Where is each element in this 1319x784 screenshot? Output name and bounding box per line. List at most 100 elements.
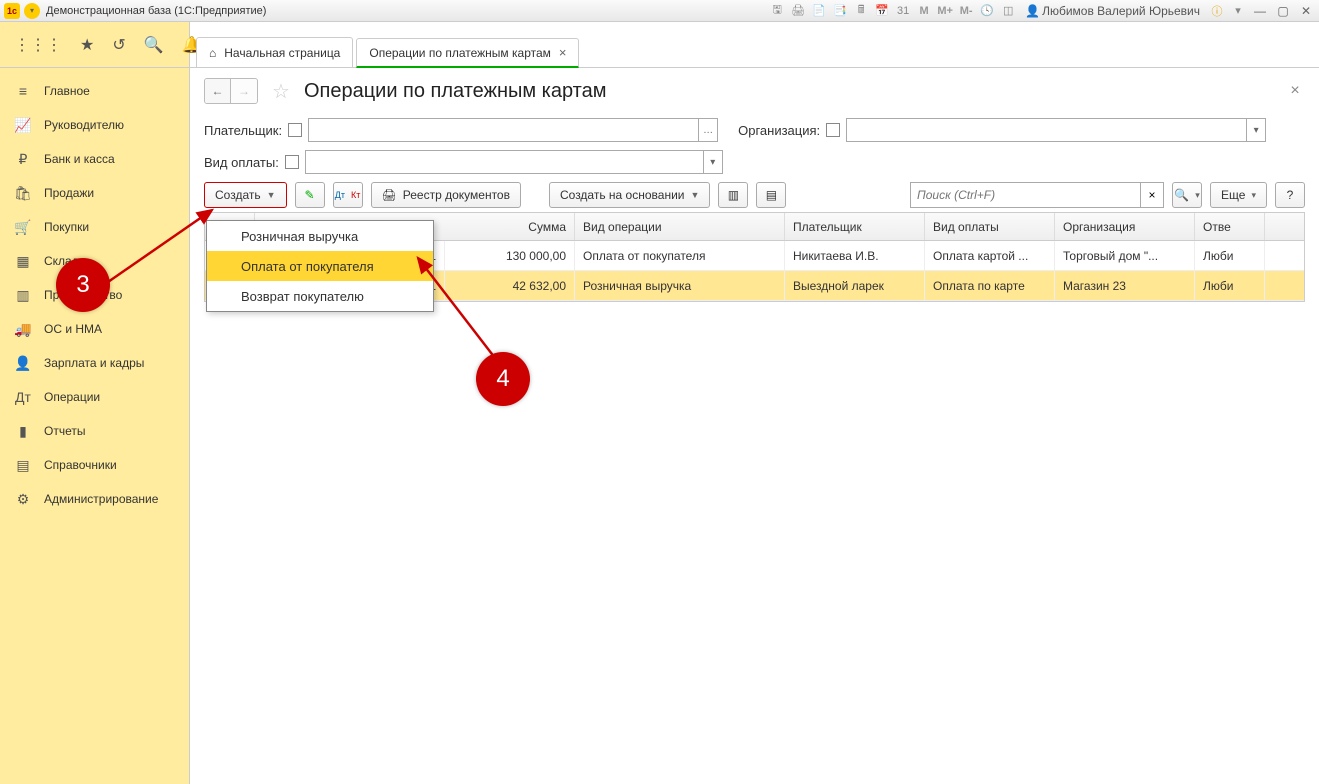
content: ← → ☆ Операции по платежным картам × Пла… xyxy=(190,68,1319,784)
dropdown-icon[interactable]: ▾ xyxy=(1230,3,1246,19)
app-logo-icon: 1c xyxy=(4,3,20,19)
picker-button[interactable]: … xyxy=(698,119,717,141)
bag-icon: 🛍 xyxy=(14,185,32,202)
dropdown-button[interactable]: ▾ xyxy=(703,151,722,173)
col-payer[interactable]: Плательщик xyxy=(785,213,925,240)
chart-icon: 📈 xyxy=(14,117,32,134)
col-op[interactable]: Вид операции xyxy=(575,213,785,240)
menu-icon: ≡ xyxy=(14,83,32,99)
page-close-button[interactable]: × xyxy=(1285,81,1305,101)
tree-button[interactable]: ▥ xyxy=(718,182,748,208)
calendar-icon[interactable]: 📅 xyxy=(874,3,890,19)
favorite-toggle-icon[interactable]: ☆ xyxy=(272,79,290,104)
bars-icon: ▮ xyxy=(14,423,32,440)
minimize-button[interactable]: — xyxy=(1251,3,1269,19)
clock-icon[interactable]: 🕓 xyxy=(979,3,995,19)
tab-current[interactable]: Операции по платежным картам × xyxy=(356,38,579,68)
caret-down-icon: ▼ xyxy=(690,190,699,200)
filter-payer-input[interactable] xyxy=(309,119,698,141)
memory-mplus-button[interactable]: M+ xyxy=(937,3,953,19)
create-based-button[interactable]: Создать на основании ▼ xyxy=(549,182,710,208)
grid-icon: ▦ xyxy=(14,253,32,270)
tab-home[interactable]: ⌂ Начальная страница xyxy=(196,37,353,67)
filter-org-field[interactable]: ▾ xyxy=(846,118,1266,142)
nav-buttons: ← → xyxy=(204,78,258,104)
date-icon[interactable]: 31 xyxy=(895,3,911,19)
filter-paytype-field[interactable]: ▾ xyxy=(305,150,723,174)
page-title: Операции по платежным картам xyxy=(304,80,607,103)
doc-icon[interactable]: 📄 xyxy=(811,3,827,19)
search-icon[interactable]: 🔍 xyxy=(144,35,164,55)
sidebar: ≡Главное 📈Руководителю ₽Банк и касса 🛍Пр… xyxy=(0,68,190,784)
help-button[interactable]: ? xyxy=(1275,182,1305,208)
favorite-icon[interactable]: ★ xyxy=(80,35,94,55)
col-resp[interactable]: Отве xyxy=(1195,213,1265,240)
sidebar-item-hr[interactable]: 👤Зарплата и кадры xyxy=(0,346,189,380)
sidebar-item-operations[interactable]: ДтОперации xyxy=(0,380,189,414)
current-user[interactable]: 👤Любимов Валерий Юрьевич xyxy=(1025,4,1200,18)
memory-mminus-button[interactable]: M- xyxy=(958,3,974,19)
close-button[interactable]: ✕ xyxy=(1297,3,1315,19)
sidebar-item-bank[interactable]: ₽Банк и касса xyxy=(0,142,189,176)
doc-register-button[interactable]: 🖨 Реестр документов xyxy=(371,182,521,208)
nav-back-button[interactable]: ← xyxy=(205,79,231,103)
filter-paytype-label: Вид оплаты: xyxy=(204,155,279,170)
sidebar-item-catalogs[interactable]: ▤Справочники xyxy=(0,448,189,482)
filter-org-label: Организация: xyxy=(738,123,820,138)
caret-down-icon: ▼ xyxy=(267,190,276,200)
compare-icon[interactable]: 📑 xyxy=(832,3,848,19)
sidebar-item-admin[interactable]: ⚙Администрирование xyxy=(0,482,189,516)
gear-icon: ⚙ xyxy=(14,491,32,508)
annotation-4: 4 xyxy=(476,352,530,406)
filter-paytype-input[interactable] xyxy=(306,151,703,173)
filter-payer-checkbox[interactable] xyxy=(288,123,302,137)
create-menu-retail[interactable]: Розничная выручка xyxy=(207,221,433,251)
memory-m-button[interactable]: M xyxy=(916,3,932,19)
dtkt-button[interactable]: ДтКт xyxy=(333,182,363,208)
filter-paytype-checkbox[interactable] xyxy=(285,155,299,169)
filter-payer-label: Плательщик: xyxy=(204,123,282,138)
search-input[interactable] xyxy=(910,182,1140,208)
person-icon: 👤 xyxy=(14,355,32,372)
annotation-3: 3 xyxy=(56,258,110,312)
sidebar-item-manager[interactable]: 📈Руководителю xyxy=(0,108,189,142)
nav-forward-button[interactable]: → xyxy=(231,79,257,103)
apps-icon[interactable]: ⋮⋮⋮ xyxy=(14,35,62,55)
book-icon: ▤ xyxy=(14,457,32,474)
search-button[interactable]: 🔍▾ xyxy=(1172,182,1202,208)
more-button[interactable]: Еще▾ xyxy=(1210,182,1267,208)
dropdown-button[interactable]: ▾ xyxy=(1246,119,1265,141)
panels-icon[interactable]: ◫ xyxy=(1000,3,1016,19)
cart-icon: 🛒 xyxy=(14,219,32,236)
titlebar: 1c ▾ Демонстрационная база (1С:Предприят… xyxy=(0,0,1319,22)
filter-org-checkbox[interactable] xyxy=(826,123,840,137)
print-icon[interactable]: 🖨 xyxy=(790,3,806,19)
home-icon: ⌂ xyxy=(209,46,216,60)
search-clear-button[interactable]: × xyxy=(1140,182,1164,208)
dtkt-icon: Дт xyxy=(14,389,32,405)
sidebar-item-main[interactable]: ≡Главное xyxy=(0,74,189,108)
ruble-icon: ₽ xyxy=(14,151,32,168)
maximize-button[interactable]: ▢ xyxy=(1274,3,1292,19)
annotation-arrow-3 xyxy=(100,202,230,292)
filter-org-input[interactable] xyxy=(847,119,1246,141)
history-icon[interactable]: ↺ xyxy=(112,35,125,55)
sidebar-item-assets[interactable]: 🚚ОС и НМА xyxy=(0,312,189,346)
sidebar-item-reports[interactable]: ▮Отчеты xyxy=(0,414,189,448)
print-icon: 🖨 xyxy=(382,188,397,202)
toprow: ⋮⋮⋮ ★ ↺ 🔍 🔔 ⌂ Начальная страница Операци… xyxy=(0,22,1319,68)
calc-icon[interactable]: 🖩 xyxy=(853,3,869,19)
tab-close-icon[interactable]: × xyxy=(559,45,567,60)
save-icon[interactable]: 🖫 xyxy=(769,3,785,19)
window-title: Демонстрационная база (1С:Предприятие) xyxy=(46,5,769,17)
col-org[interactable]: Организация xyxy=(1055,213,1195,240)
search-box: × xyxy=(910,182,1164,208)
copy-button[interactable]: ✎ xyxy=(295,182,325,208)
col-sum[interactable]: Сумма xyxy=(445,213,575,240)
filter-payer-field[interactable]: … xyxy=(308,118,718,142)
col-paytype[interactable]: Вид оплаты xyxy=(925,213,1055,240)
truck-icon: 🚚 xyxy=(14,321,32,338)
app-menu-dropdown[interactable]: ▾ xyxy=(24,3,40,19)
list-button[interactable]: ▤ xyxy=(756,182,786,208)
info-icon[interactable]: ⓘ xyxy=(1209,3,1225,19)
